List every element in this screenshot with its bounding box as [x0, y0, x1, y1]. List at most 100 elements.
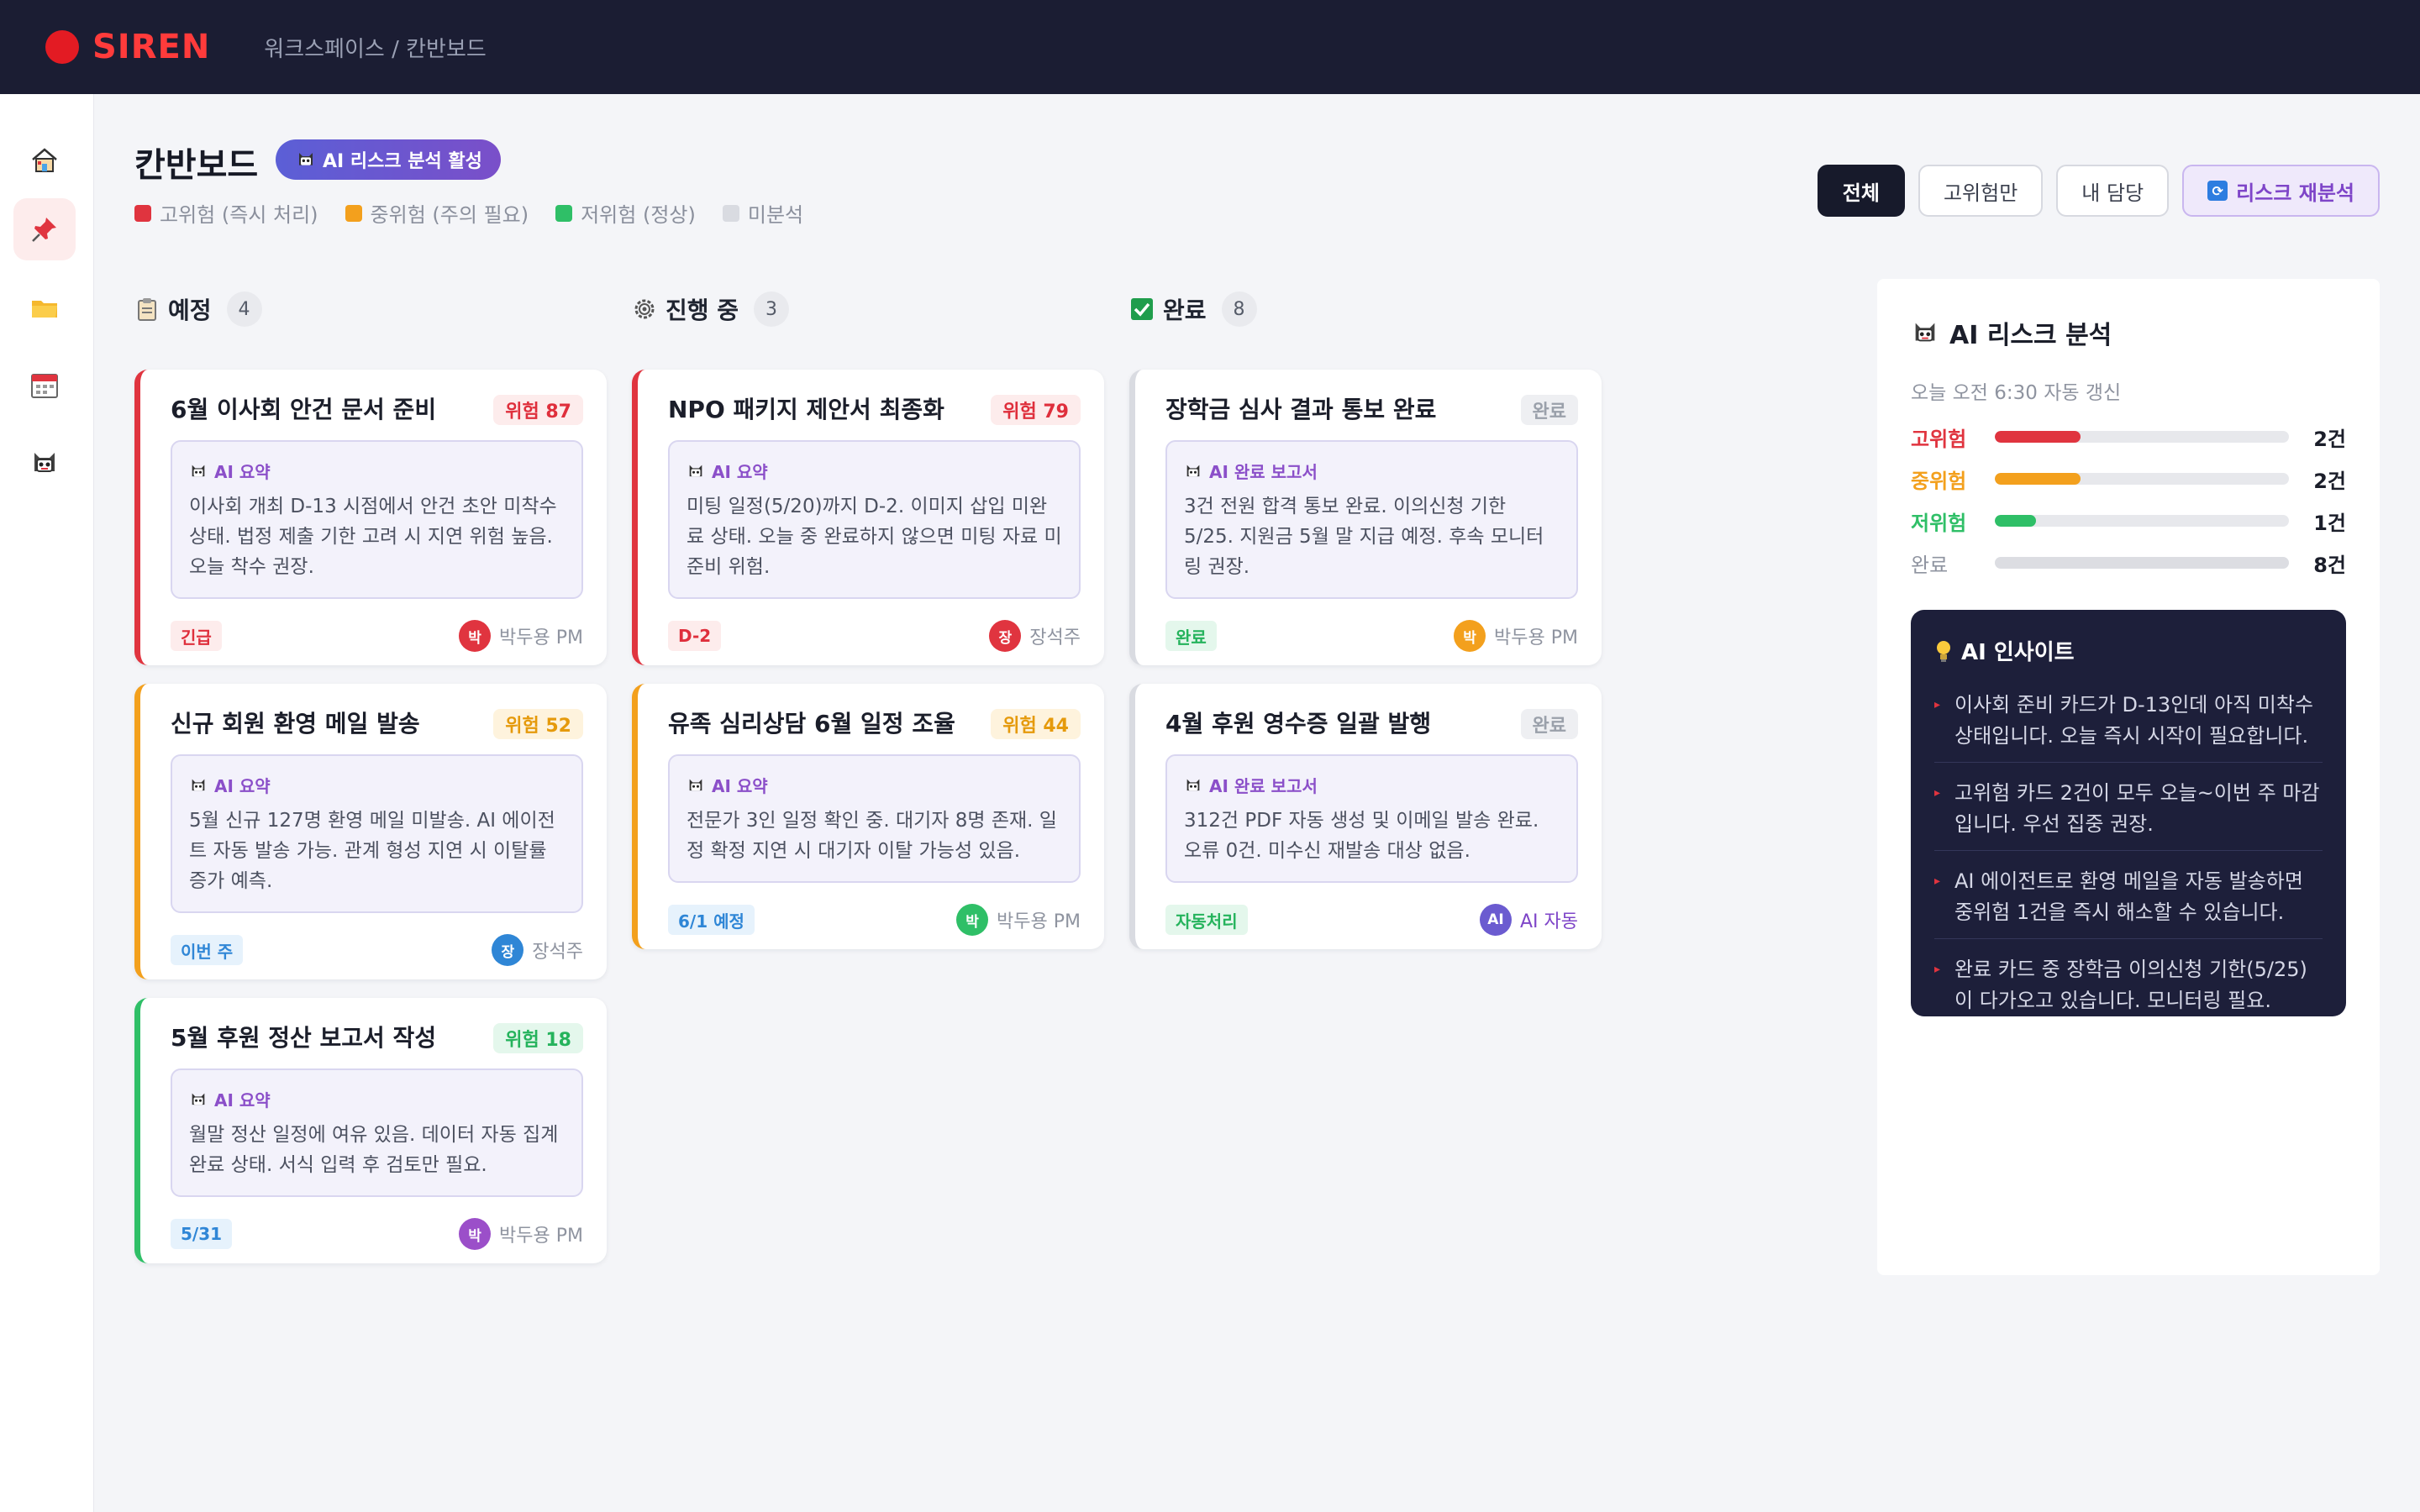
stat-bar-fill — [1995, 515, 2036, 527]
top-bar: SIREN 워크스페이스 / 칸반보드 — [0, 0, 2420, 94]
sidebar-item-pin[interactable] — [13, 198, 76, 260]
sidebar-item-calendar[interactable] — [13, 354, 76, 417]
column-count: 4 — [226, 291, 262, 327]
reanalyze-button[interactable]: ⟳ 리스크 재분석 — [2182, 165, 2380, 217]
kanban-card[interactable]: NPO 패키지 제안서 최종화 위험 79 AI 요약 미팅 일정(5/20)까… — [632, 370, 1104, 665]
robot-icon — [192, 779, 205, 790]
kanban-card[interactable]: 5월 후원 정산 보고서 작성 위험 18 AI 요약 월말 정산 일정에 여유… — [134, 998, 607, 1263]
status-badge: 완료 — [1520, 709, 1578, 739]
assignee[interactable]: 박 박두용 PM — [459, 1218, 583, 1250]
sidebar-item-home[interactable] — [13, 129, 76, 192]
column-title: 진행 중 — [666, 297, 739, 324]
ai-summary-label: AI 요약 — [687, 773, 1062, 797]
logo[interactable]: SIREN — [45, 28, 210, 66]
kanban-card[interactable]: 장학금 심사 결과 통보 완료 완료 AI 완료 보고서 3건 전원 합격 통보… — [1129, 370, 1602, 665]
robot-icon — [299, 153, 313, 165]
assignee[interactable]: 박 박두용 PM — [1454, 620, 1578, 652]
legend-item: 중위험 (주의 필요) — [345, 198, 529, 228]
summary-label-text: AI 요약 — [214, 776, 271, 796]
sidebar — [0, 94, 94, 1512]
ai-summary-label: AI 요약 — [687, 459, 1062, 483]
card-footer: 완료 박 박두용 PM — [1165, 599, 1578, 673]
risk-score-badge: 위험 18 — [493, 1023, 583, 1053]
card-title: 4월 후원 영수증 일괄 발행 — [1165, 710, 1432, 738]
robot-icon — [192, 1093, 205, 1105]
kanban-card[interactable]: 유족 심리상담 6월 일정 조율 위험 44 AI 요약 전문가 3인 일정 확… — [632, 684, 1104, 949]
robot-icon — [689, 779, 702, 790]
ai-summary-label: AI 요약 — [189, 773, 565, 797]
ai-report: AI 완료 보고서 312건 PDF 자동 생성 및 이메일 발송 완료. 오류… — [1165, 754, 1578, 883]
stat-value: 1건 — [2313, 511, 2346, 535]
refresh-icon: ⟳ — [2207, 181, 2228, 201]
kanban-card[interactable]: 신규 회원 환영 메일 발송 위험 52 AI 요약 5월 신규 127명 환영… — [134, 684, 607, 979]
sidebar-item-folder[interactable] — [13, 277, 76, 339]
ai-summary-label: AI 요약 — [189, 459, 565, 483]
panel-title-text: AI 리스크 분석 — [1949, 321, 2112, 350]
last-updated: 오늘 오전 6:30 자동 갱신 — [1911, 382, 2122, 404]
column-planned: 예정 4 6월 이사회 안건 문서 준비 위험 87 AI 요약 이사회 개최 … — [134, 289, 607, 1263]
legend-label: 고위험 (즉시 처리) — [160, 203, 318, 227]
assignee-name: 박두용 PM — [997, 911, 1081, 932]
logo-text: SIREN — [92, 28, 211, 66]
ai-summary: AI 요약 미팅 일정(5/20)까지 D-2. 이미지 삽입 미완료 상태. … — [668, 440, 1081, 599]
filter-mine-button[interactable]: 내 담당 — [2056, 165, 2170, 217]
card-footer: 긴급 박 박두용 PM — [171, 599, 583, 673]
ai-summary: AI 요약 이사회 개최 D-13 시점에서 안건 초안 미착수 상태. 법정 … — [171, 440, 583, 599]
kanban-card[interactable]: 6월 이사회 안건 문서 준비 위험 87 AI 요약 이사회 개최 D-13 … — [134, 370, 607, 665]
ai-insight-box: AI 인사이트 이사회 준비 카드가 D-13인데 아직 미착수 상태입니다. … — [1911, 610, 2346, 1016]
stat-row-high: 고위험 2건 — [1911, 422, 2346, 452]
stat-value: 2건 — [2313, 469, 2346, 493]
stat-bar — [1995, 557, 2289, 569]
summary-label-text: AI 완료 보고서 — [1209, 776, 1318, 796]
avatar: 박 — [459, 1218, 492, 1250]
breadcrumb[interactable]: 워크스페이스 / 칸반보드 — [264, 32, 487, 63]
stat-row-mid: 중위험 2건 — [1911, 464, 2346, 494]
legend-item: 고위험 (즉시 처리) — [134, 198, 318, 228]
summary-label-text: AI 요약 — [712, 776, 768, 796]
folder-icon — [32, 301, 57, 318]
insight-title-text: AI 인사이트 — [1961, 640, 2075, 665]
assignee-name: AI 자동 — [1519, 911, 1578, 932]
card-footer: 자동처리 AI AI 자동 — [1165, 883, 1578, 957]
status-badge: 완료 — [1520, 395, 1578, 425]
ai-summary-text: 5월 신규 127명 환영 메일 미발송. AI 에이전트 자동 발송 가능. … — [189, 810, 555, 892]
reanalyze-label: 리스크 재분석 — [2236, 181, 2354, 205]
filter-all-button[interactable]: 전체 — [1817, 165, 1905, 217]
due-tag: 6/1 예정 — [668, 905, 755, 935]
insight-item: 고위험 카드 2건이 모두 오늘~이번 주 마감입니다. 우선 집중 권장. — [1934, 778, 2323, 851]
summary-label-text: AI 요약 — [214, 462, 271, 482]
legend-item: 저위험 (정상) — [555, 198, 696, 228]
status-tag: 자동처리 — [1165, 905, 1248, 935]
assignee[interactable]: 박 박두용 PM — [956, 904, 1081, 936]
column-done: 완료 8 장학금 심사 결과 통보 완료 완료 AI 완료 보고서 3건 전원 … — [1129, 289, 1602, 949]
ai-summary: AI 요약 월말 정산 일정에 여유 있음. 데이터 자동 집계 완료 상태. … — [171, 1068, 583, 1197]
risk-score-badge: 위험 52 — [493, 709, 583, 739]
siren-logo-icon — [45, 30, 79, 64]
due-tag: 5/31 — [171, 1219, 233, 1249]
kanban-card[interactable]: 4월 후원 영수증 일괄 발행 완료 AI 완료 보고서 312건 PDF 자동… — [1129, 684, 1602, 949]
assignee-name: 박두용 PM — [1494, 627, 1578, 648]
sidebar-item-ai[interactable] — [13, 432, 76, 494]
risk-score-badge: 위험 87 — [493, 395, 583, 425]
avatar: 박 — [956, 904, 989, 936]
pushpin-icon — [32, 218, 56, 242]
stat-bar-fill — [1995, 557, 2289, 569]
assignee[interactable]: 박 박두용 PM — [459, 620, 583, 652]
ai-summary-text: 312건 PDF 자동 생성 및 이메일 발송 완료. 오류 0건. 미수신 재… — [1184, 810, 1539, 862]
ai-summary-text: 미팅 일정(5/20)까지 D-2. 이미지 삽입 미완료 상태. 오늘 중 완… — [687, 496, 1062, 578]
column-count: 3 — [754, 291, 790, 327]
legend-item: 미분석 — [722, 198, 803, 228]
card-title: 장학금 심사 결과 통보 완료 — [1165, 396, 1437, 423]
avatar: 장 — [492, 934, 524, 966]
assignee[interactable]: 장 장석주 — [492, 934, 583, 966]
robot-icon — [1186, 465, 1200, 476]
assignee[interactable]: 장 장석주 — [989, 620, 1081, 652]
assignee-name: 박두용 PM — [499, 1226, 583, 1247]
stat-label: 저위험 — [1911, 511, 1967, 535]
assignee[interactable]: AI AI 자동 — [1479, 904, 1578, 936]
filter-high-risk-button[interactable]: 고위험만 — [1918, 165, 2044, 217]
risk-score-badge: 위험 44 — [991, 709, 1081, 739]
checkbox-icon — [1129, 297, 1155, 322]
legend-label: 저위험 (정상) — [581, 203, 696, 227]
lightbulb-icon — [1937, 640, 1950, 662]
